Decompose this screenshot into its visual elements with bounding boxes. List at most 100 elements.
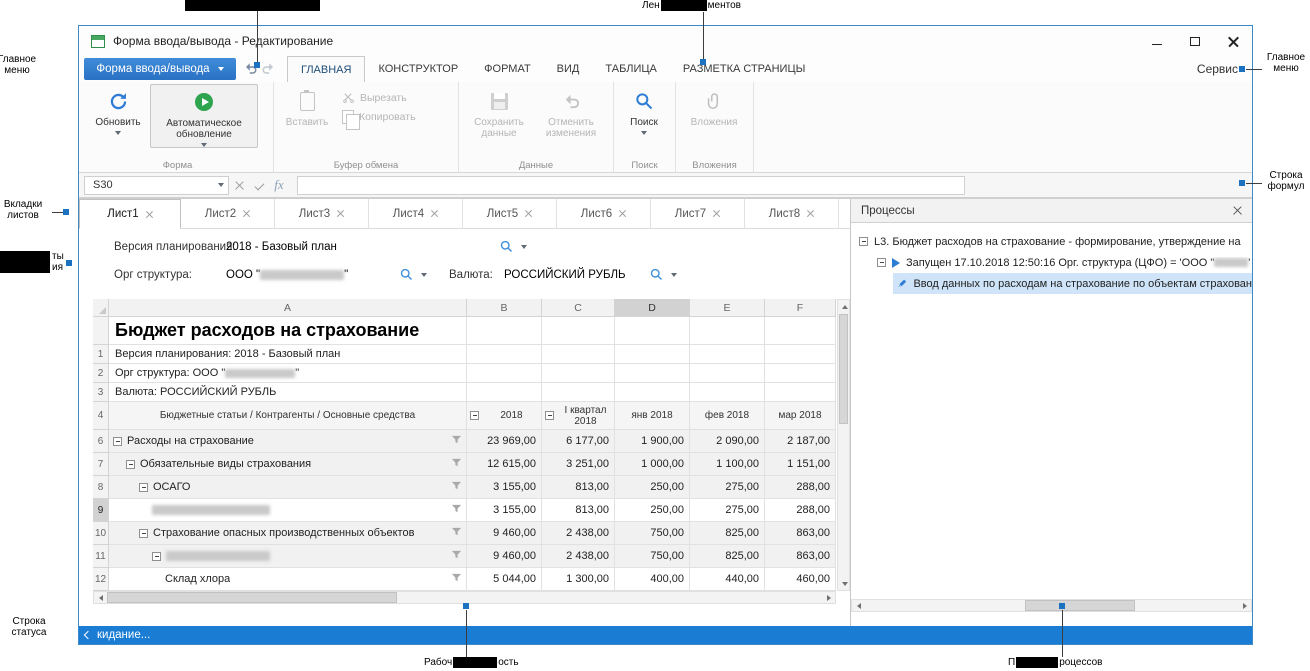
close-sheet-icon[interactable] xyxy=(337,210,344,217)
horizontal-scrollbar[interactable] xyxy=(851,599,1252,612)
confirm-entry-button[interactable] xyxy=(249,173,269,197)
filter-icon[interactable] xyxy=(451,526,462,540)
column-header-e[interactable]: E xyxy=(690,299,765,317)
sheet-title-cell[interactable]: Бюджет расходов на страхование xyxy=(109,317,467,345)
tab-format[interactable]: ФОРМАТ xyxy=(471,56,544,82)
copy-button[interactable]: Копировать xyxy=(336,107,422,126)
tab-vid[interactable]: ВИД xyxy=(544,56,593,82)
search-icon[interactable] xyxy=(499,239,514,254)
tab-razmetka[interactable]: РАЗМЕТКА СТРАНИЦЫ xyxy=(670,56,818,82)
attachments-button[interactable]: Вложения xyxy=(680,84,748,128)
undo-changes-button[interactable]: Отменить изменения xyxy=(535,84,607,139)
chevron-down-icon[interactable] xyxy=(521,245,527,249)
tab-tablitsa[interactable]: ТАБЛИЦА xyxy=(592,56,670,82)
save-data-button[interactable]: Сохранить данные xyxy=(463,84,535,139)
chevron-down-icon[interactable] xyxy=(671,273,677,277)
close-sheet-icon[interactable] xyxy=(807,210,814,217)
insert-function-button[interactable]: fx xyxy=(269,173,289,197)
row-header[interactable]: 8 xyxy=(93,476,109,499)
collapse-icon[interactable] xyxy=(877,258,886,267)
org-structure-value[interactable]: ООО "" xyxy=(226,269,348,281)
collapse-icon[interactable] xyxy=(859,237,868,246)
row-header[interactable]: 11 xyxy=(93,545,109,568)
sheet-tab-1[interactable]: Лист1 xyxy=(79,199,181,229)
filter-icon[interactable] xyxy=(451,549,462,563)
tab-glavnaya[interactable]: ГЛАВНАЯ xyxy=(287,56,365,82)
sheet-tab-3[interactable]: Лист3 xyxy=(275,199,369,228)
collapse-chevron-icon[interactable] xyxy=(84,631,92,639)
scroll-down-arrow[interactable] xyxy=(838,577,851,590)
close-panel-icon[interactable] xyxy=(1233,206,1242,215)
scrollbar-thumb[interactable] xyxy=(107,592,397,603)
search-button[interactable]: Поиск xyxy=(618,84,670,135)
close-sheet-icon[interactable] xyxy=(619,210,626,217)
process-node[interactable]: L3. Бюджет расходов на страхование - фор… xyxy=(851,231,1252,252)
search-icon[interactable] xyxy=(649,267,664,282)
scroll-right-arrow[interactable] xyxy=(1238,599,1251,612)
process-node[interactable]: Запущен 17.10.2018 12:50:16 Орг. структу… xyxy=(851,252,1252,273)
collapse-icon[interactable] xyxy=(139,483,148,492)
close-button[interactable] xyxy=(1214,26,1252,56)
chevron-down-icon[interactable] xyxy=(421,273,427,277)
search-icon[interactable] xyxy=(399,267,414,282)
row-header[interactable]: 6 xyxy=(93,430,109,453)
filter-icon[interactable] xyxy=(451,503,462,517)
column-header-c[interactable]: C xyxy=(542,299,615,317)
sheet-tab-7[interactable]: Лист7 xyxy=(651,199,745,228)
cut-button[interactable]: Вырезать xyxy=(336,88,422,107)
scroll-right-arrow[interactable] xyxy=(822,591,835,604)
column-header-a[interactable]: A xyxy=(109,299,467,317)
filter-icon[interactable] xyxy=(451,572,462,586)
scroll-left-arrow[interactable] xyxy=(94,591,107,604)
close-sheet-icon[interactable] xyxy=(243,210,250,217)
close-sheet-icon[interactable] xyxy=(146,211,153,218)
close-sheet-icon[interactable] xyxy=(525,210,532,217)
redo-button[interactable] xyxy=(261,61,276,76)
row-header-selected[interactable]: 9 xyxy=(93,499,109,522)
collapse-icon[interactable] xyxy=(545,411,554,420)
row-header[interactable]: 12 xyxy=(93,568,109,591)
version-value[interactable]: 2018 - Базовый план xyxy=(226,241,337,253)
process-step-selected[interactable]: Ввод данных по расходам на страхование п… xyxy=(893,273,1252,294)
collapse-icon[interactable] xyxy=(139,529,148,538)
row-header[interactable]: 3 xyxy=(93,383,109,402)
app-menu-button[interactable]: Форма ввода/вывода xyxy=(84,58,236,80)
scrollbar-thumb[interactable] xyxy=(1025,600,1135,611)
row-header[interactable]: 4 xyxy=(93,402,109,430)
maximize-button[interactable] xyxy=(1176,26,1214,56)
budget-items-header[interactable]: Бюджетные статьи / Контрагенты / Основны… xyxy=(109,402,467,430)
row-header[interactable]: 2 xyxy=(93,364,109,383)
filter-icon[interactable] xyxy=(451,480,462,494)
row-header[interactable] xyxy=(93,317,109,345)
row-header[interactable]: 10 xyxy=(93,522,109,545)
close-sheet-icon[interactable] xyxy=(713,210,720,217)
column-header-f[interactable]: F xyxy=(765,299,836,317)
collapse-icon[interactable] xyxy=(126,460,135,469)
paste-button[interactable]: Вставить xyxy=(278,84,336,128)
collapse-icon[interactable] xyxy=(152,552,161,561)
row-header[interactable]: 1 xyxy=(93,345,109,364)
row-header[interactable]: 7 xyxy=(93,453,109,476)
column-header-d[interactable]: D xyxy=(615,299,690,317)
sheet-tab-4[interactable]: Лист4 xyxy=(369,199,463,228)
refresh-button[interactable]: Обновить xyxy=(86,84,150,135)
sheet-tab-2[interactable]: Лист2 xyxy=(181,199,275,228)
filter-icon[interactable] xyxy=(451,457,462,471)
scrollbar-thumb[interactable] xyxy=(839,314,848,424)
sheet-tab-5[interactable]: Лист5 xyxy=(463,199,557,228)
cancel-entry-button[interactable] xyxy=(229,173,249,197)
service-menu[interactable]: Сервис xyxy=(1197,62,1238,76)
currency-value[interactable]: РОССИЙСКИЙ РУБЛЬ xyxy=(504,269,626,281)
close-sheet-icon[interactable] xyxy=(431,210,438,217)
tab-konstruktor[interactable]: КОНСТРУКТОР xyxy=(365,56,471,82)
filter-icon[interactable] xyxy=(451,434,462,448)
sheet-tab-8[interactable]: Лист8 xyxy=(745,199,839,228)
minimize-button[interactable] xyxy=(1138,26,1176,56)
scroll-left-arrow[interactable] xyxy=(852,599,865,612)
collapse-icon[interactable] xyxy=(470,411,479,420)
scroll-up-arrow[interactable] xyxy=(838,300,851,313)
select-all-corner[interactable] xyxy=(93,299,109,317)
formula-input[interactable] xyxy=(297,176,965,195)
column-header-b[interactable]: B xyxy=(467,299,542,317)
vertical-scrollbar[interactable] xyxy=(837,299,850,591)
